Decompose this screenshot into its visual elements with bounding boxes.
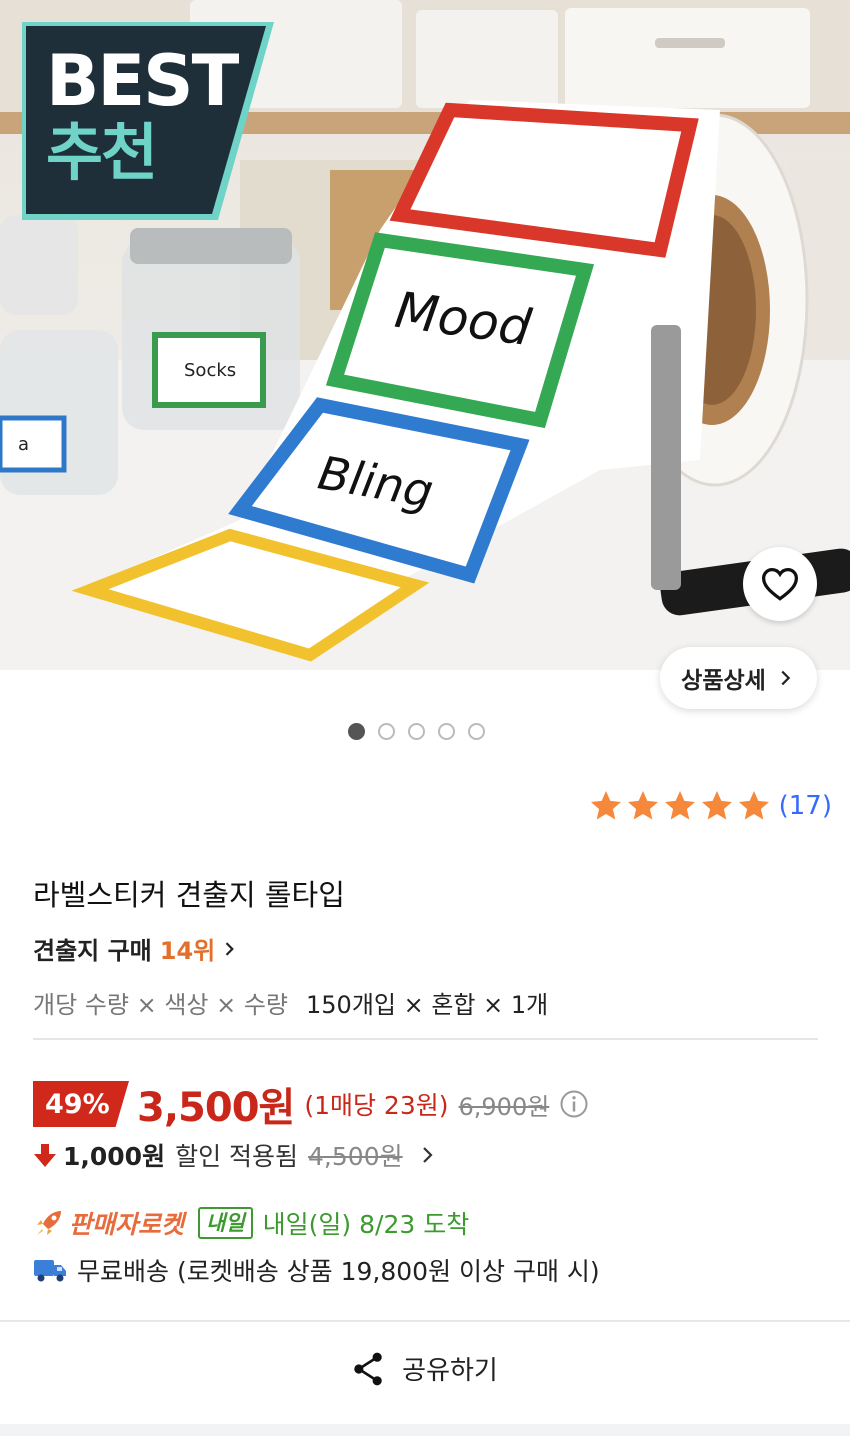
- price-before-coupon: 4,500원: [308, 1142, 403, 1171]
- unit-price: (1매당 23원): [304, 1091, 449, 1120]
- chevron-right-icon: [781, 670, 791, 686]
- label-text-a: a: [18, 434, 30, 455]
- carousel-indicator: [348, 723, 485, 740]
- share-label: 공유하기: [402, 1356, 498, 1386]
- truck-icon: [34, 1260, 66, 1282]
- share-icon: [354, 1352, 382, 1385]
- product-detail-label: 상품상세: [681, 668, 766, 694]
- tomorrow-badge: 내일: [198, 1207, 253, 1239]
- price-row: 49% 3,500원 (1매당 23원) 6,900원: [33, 1075, 589, 1133]
- arrow-down-icon: [34, 1144, 56, 1167]
- bottom-strip: [0, 1424, 850, 1436]
- best-badge-line2: 추천: [46, 116, 158, 189]
- rating-summary[interactable]: (17): [588, 788, 832, 824]
- shipping-row: 무료배송 (로켓배송 상품 19,800원 이상 구매 시): [33, 1252, 600, 1288]
- star-icon: [738, 791, 769, 820]
- selected-options[interactable]: 개당 수량 × 색상 × 수량 150개입 × 혼합 × 1개: [33, 985, 548, 1020]
- product-image[interactable]: Mood Bling Socks a BEST 추천: [0, 0, 850, 670]
- label-text-socks: Socks: [184, 360, 237, 381]
- info-icon[interactable]: [559, 1089, 589, 1119]
- coupon-amount: 1,000원: [63, 1142, 166, 1171]
- divider: [33, 1038, 818, 1040]
- product-title: 라벨스티커 견출지 롤타입: [33, 878, 345, 912]
- coupon-discount-row[interactable]: 1,000원 할인 적용됨 4,500원: [33, 1137, 439, 1173]
- seller-rocket-label: 판매자로켓: [69, 1210, 185, 1239]
- rank-label: 견출지 구매: [33, 937, 152, 965]
- options-label: 개당 수량 × 색상 × 수량: [33, 991, 289, 1019]
- coupon-applied-text: 할인 적용됨: [175, 1142, 299, 1171]
- delivery-row: 판매자로켓 내일 내일(일) 8/23 도착: [33, 1205, 469, 1241]
- arrival-date: 내일(일) 8/23 도착: [262, 1210, 470, 1239]
- star-icon: [664, 791, 695, 820]
- shipping-text: 무료배송 (로켓배송 상품 19,800원 이상 구매 시): [77, 1257, 600, 1286]
- sale-price: 3,500원: [137, 1085, 295, 1131]
- chevron-right-icon: [225, 941, 235, 956]
- heart-icon: [761, 567, 799, 601]
- best-badge-line1: BEST: [46, 40, 239, 122]
- original-price: 6,900원: [458, 1092, 550, 1121]
- rocket-icon: [37, 1211, 61, 1235]
- discount-rate-badge: 49%: [33, 1081, 129, 1127]
- share-button[interactable]: 공유하기: [0, 1350, 850, 1387]
- category-rank-link[interactable]: 견출지 구매 14위: [33, 931, 239, 966]
- options-value: 150개입 × 혼합 × 1개: [306, 991, 549, 1019]
- carousel-dot-2[interactable]: [378, 723, 395, 740]
- star-icon: [590, 791, 621, 820]
- carousel-dot-5[interactable]: [468, 723, 485, 740]
- carousel-dot-4[interactable]: [438, 723, 455, 740]
- carousel-dot-1[interactable]: [348, 723, 365, 740]
- star-icon: [701, 791, 732, 820]
- rank-value: 14위: [159, 937, 216, 965]
- best-badge: BEST 추천: [22, 22, 274, 220]
- wishlist-button[interactable]: [743, 547, 817, 621]
- divider: [0, 1320, 850, 1322]
- review-count[interactable]: (17): [779, 791, 832, 821]
- carousel-dot-3[interactable]: [408, 723, 425, 740]
- product-detail-button[interactable]: 상품상세: [660, 647, 817, 709]
- star-icon: [627, 791, 658, 820]
- chevron-right-icon: [422, 1147, 433, 1163]
